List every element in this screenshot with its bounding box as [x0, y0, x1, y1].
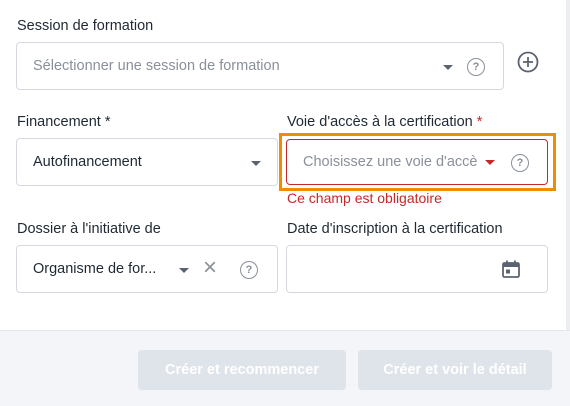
- required-mark: *: [476, 114, 483, 130]
- dossier-select[interactable]: Organisme de for... × ?: [16, 245, 278, 293]
- financement-value: Autofinancement: [33, 154, 142, 170]
- required-mark: *: [104, 114, 111, 130]
- financement-label: Financement *: [17, 114, 111, 130]
- session-select[interactable]: Sélectionner une session de formation ?: [16, 42, 504, 90]
- voie-acces-select[interactable]: Choisissez une voie d'accès ?: [286, 139, 548, 185]
- session-placeholder: Sélectionner une session de formation: [33, 58, 280, 74]
- clear-icon[interactable]: ×: [203, 256, 217, 280]
- create-restart-button[interactable]: Créer et recommencer: [138, 350, 346, 390]
- help-icon[interactable]: ?: [467, 58, 485, 76]
- dossier-value: Organisme de for...: [33, 261, 157, 277]
- session-label: Session de formation: [17, 18, 154, 34]
- dossier-label: Dossier à l'initiative de: [17, 221, 161, 237]
- voie-acces-placeholder: Choisissez une voie d'accès: [303, 154, 477, 170]
- voie-acces-error: Ce champ est obligatoire: [287, 190, 442, 206]
- chevron-down-icon[interactable]: [485, 160, 495, 165]
- chevron-down-icon[interactable]: [251, 161, 261, 166]
- help-icon[interactable]: ?: [511, 154, 529, 172]
- chevron-down-icon[interactable]: [443, 65, 453, 70]
- help-icon[interactable]: ?: [240, 261, 258, 279]
- calendar-icon[interactable]: [501, 259, 521, 279]
- add-session-icon[interactable]: [517, 51, 539, 73]
- form-footer: Créer et recommencer Créer et voir le dé…: [0, 330, 570, 406]
- date-inscription-input[interactable]: [286, 245, 548, 293]
- date-inscription-label: Date d'inscription à la certification: [287, 221, 503, 237]
- financement-select[interactable]: Autofinancement: [16, 138, 278, 186]
- voie-acces-label-text: Voie d'accès à la certification: [287, 114, 473, 130]
- voie-acces-label: Voie d'accès à la certification *: [287, 114, 482, 130]
- scroll-edge: [566, 0, 570, 330]
- chevron-down-icon[interactable]: [179, 268, 189, 273]
- financement-label-text: Financement: [17, 114, 101, 130]
- create-view-button[interactable]: Créer et voir le détail: [358, 350, 552, 390]
